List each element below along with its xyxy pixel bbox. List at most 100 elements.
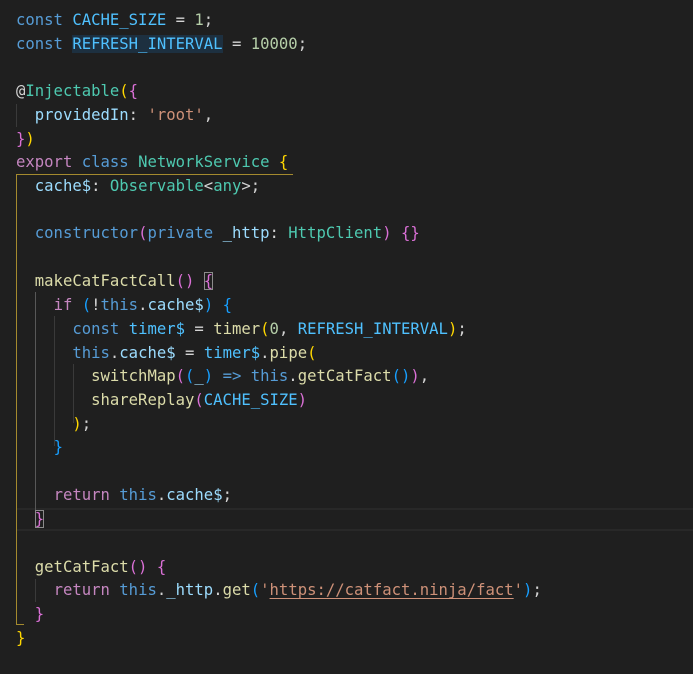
token: ( <box>307 344 317 362</box>
token: } <box>16 629 26 647</box>
token: { <box>156 558 167 576</box>
token: cache$ <box>147 296 204 314</box>
token: 'root' <box>147 106 204 124</box>
token: ) <box>297 391 308 409</box>
token: , <box>419 367 430 385</box>
token: ; <box>532 581 542 599</box>
token: () <box>391 367 411 385</box>
token: . <box>156 581 167 599</box>
token: cache$ <box>166 486 223 504</box>
token: private <box>147 224 214 242</box>
token: ) <box>410 367 420 385</box>
token: pipe <box>269 344 308 362</box>
code-line-17: shareReplay(CACHE_SIZE) <box>16 389 307 413</box>
code-line-14: const timer$ = timer(0, REFRESH_INTERVAL… <box>16 318 467 342</box>
code-line-1: const CACHE_SIZE = 1; <box>16 9 213 33</box>
token: ( <box>260 320 270 338</box>
code-line-25: return this._http.get('https://catfact.n… <box>16 579 542 603</box>
token: if <box>53 296 73 314</box>
token: ( <box>119 82 129 100</box>
matched-bracket: } <box>34 510 45 528</box>
token: const <box>72 320 120 338</box>
token: = <box>185 344 195 362</box>
code-line-13: if (!this.cache$) { <box>16 294 232 318</box>
token: ( <box>194 391 204 409</box>
token: ! <box>91 296 101 314</box>
token: : <box>269 224 279 242</box>
token: . <box>288 367 298 385</box>
token: any <box>213 177 242 195</box>
token: cache$ <box>34 177 92 195</box>
code-line-26: } <box>16 603 44 627</box>
token: . <box>213 581 223 599</box>
token: ' <box>260 581 270 599</box>
token: ) <box>382 224 392 242</box>
token: ' <box>513 581 524 599</box>
current-line-highlight <box>16 508 693 531</box>
token: {} <box>400 224 420 242</box>
token: ; <box>81 415 92 433</box>
code-line-24: getCatFact() { <box>16 556 166 580</box>
code-line-5: providedIn: 'root', <box>16 104 213 128</box>
token: => <box>222 367 242 385</box>
token: this <box>119 581 157 599</box>
token: ) <box>447 320 458 338</box>
code-line-19: } <box>16 436 63 460</box>
url-link[interactable]: https://catfact.ninja/fact <box>270 581 514 599</box>
token: class <box>81 153 129 171</box>
code-line-22: } <box>16 508 45 532</box>
token: const <box>16 11 63 29</box>
token: return <box>53 486 110 504</box>
token: . <box>156 486 167 504</box>
token: ( <box>185 367 195 385</box>
token: getCatFact <box>297 367 392 385</box>
code-line-12: makeCatFactCall() { <box>16 270 214 294</box>
token: { <box>278 153 289 171</box>
token: ( <box>81 296 92 314</box>
token: this <box>119 486 157 504</box>
token: : <box>91 177 101 195</box>
token: export <box>16 153 73 171</box>
token: shareReplay <box>91 391 195 409</box>
token: timer$ <box>128 320 186 338</box>
token: . <box>109 344 120 362</box>
token: 10000 <box>250 35 298 53</box>
token: ( <box>175 367 185 385</box>
token: timer <box>213 320 261 338</box>
token: ; <box>203 11 214 29</box>
token: this <box>72 344 110 362</box>
code-line-8: cache$: Observable<any>; <box>16 175 260 199</box>
code-editor[interactable]: const CACHE_SIZE = 1; const REFRESH_INTE… <box>0 0 693 674</box>
token: ; <box>457 320 467 338</box>
token: () <box>128 558 148 576</box>
token: = <box>194 320 204 338</box>
token: CACHE_SIZE <box>203 391 298 409</box>
token: get <box>222 581 251 599</box>
token: providedIn <box>34 106 129 124</box>
token: ( <box>250 581 261 599</box>
token: constructor <box>34 224 139 242</box>
token: ) <box>72 415 82 433</box>
code-line-2: const REFRESH_INTERVAL = 10000; <box>16 33 307 57</box>
token: 0 <box>269 320 279 338</box>
token: ; <box>297 35 308 53</box>
token: this <box>100 296 139 314</box>
token: @ <box>16 82 26 100</box>
code-line-10: constructor(private _http: HttpClient) {… <box>16 222 420 246</box>
token: , <box>278 320 289 338</box>
token: _http <box>166 581 214 599</box>
token: REFRESH_INTERVAL <box>297 320 448 338</box>
token: ; <box>222 486 232 504</box>
token: timer$ <box>203 344 261 362</box>
token: 1 <box>194 11 204 29</box>
token: } <box>34 605 45 623</box>
matched-bracket: { <box>203 272 214 290</box>
token: cache$ <box>119 344 176 362</box>
token: : <box>128 106 139 124</box>
token: () <box>175 272 195 290</box>
token: ) <box>203 367 214 385</box>
token: _ <box>194 367 204 385</box>
token: { <box>128 82 139 100</box>
token: } <box>16 130 26 148</box>
token: return <box>53 581 110 599</box>
